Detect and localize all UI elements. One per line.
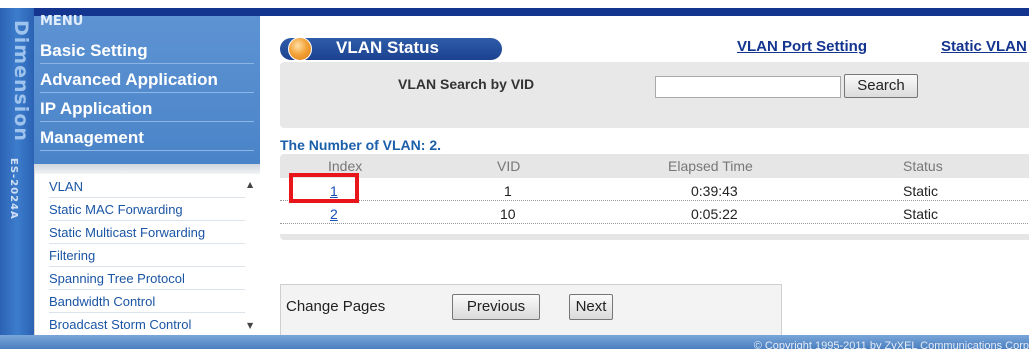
- sub-item-static-mac-forwarding[interactable]: Static MAC Forwarding: [49, 199, 245, 221]
- previous-button[interactable]: Previous: [452, 294, 540, 320]
- copyright-text: © Copyright 1995-2011 by ZyXEL Communica…: [753, 340, 1029, 349]
- static-vlan-link[interactable]: Static VLAN: [941, 38, 1027, 55]
- header-index: Index: [328, 158, 363, 174]
- menu-item-management[interactable]: Management: [40, 127, 254, 151]
- row-2-vid: 10: [500, 206, 516, 222]
- header-vid: VID: [497, 158, 521, 174]
- content-area: VLAN Status VLAN Port Setting Static VLA…: [260, 16, 1029, 336]
- next-button[interactable]: Next: [569, 294, 613, 320]
- sub-item-bandwidth-control[interactable]: Bandwidth Control: [49, 291, 245, 313]
- menu-item-ip-application[interactable]: IP Application: [40, 98, 254, 122]
- top-bar: [0, 8, 1029, 16]
- row-1-elapsed: 0:39:43: [691, 183, 738, 199]
- sub-item-filtering[interactable]: Filtering: [49, 245, 245, 267]
- header-status: Status: [903, 158, 943, 174]
- highlight-box: [289, 173, 359, 203]
- orange-ball-icon: [288, 37, 312, 61]
- change-pages-label: Change Pages: [286, 298, 386, 315]
- sub-item-broadcast-storm-control[interactable]: Broadcast Storm Control: [49, 314, 245, 336]
- page: Dimension ES-2024A MENU Basic Setting Ad…: [0, 0, 1029, 349]
- sub-menu: VLAN Static MAC Forwarding Static Multic…: [34, 164, 261, 336]
- sub-item-spanning-tree-protocol[interactable]: Spanning Tree Protocol: [49, 268, 245, 290]
- brand-strip: Dimension ES-2024A: [0, 8, 34, 335]
- vid-search-input[interactable]: [655, 76, 841, 98]
- vlan-count-text: The Number of VLAN: 2.: [280, 137, 442, 153]
- menu-item-advanced-application[interactable]: Advanced Application: [40, 69, 254, 93]
- menu-item-basic-setting[interactable]: Basic Setting: [40, 40, 254, 64]
- row-2-index-link[interactable]: 2: [330, 206, 338, 222]
- page-title: VLAN Status: [336, 38, 439, 57]
- row-separator: [280, 200, 1029, 201]
- main-menu: MENU Basic Setting Advanced Application …: [34, 14, 260, 164]
- scroll-down-icon[interactable]: ▼: [247, 321, 253, 330]
- sub-item-vlan[interactable]: VLAN: [49, 176, 245, 198]
- menu-title: MENU: [40, 14, 84, 29]
- row-1-status: Static: [903, 183, 939, 199]
- row-2-status: Static: [903, 206, 939, 222]
- vlan-port-setting-link[interactable]: VLAN Port Setting: [737, 38, 867, 55]
- scroll-up-icon[interactable]: ▲: [247, 180, 253, 189]
- row-1-vid: 1: [504, 183, 512, 199]
- row-2-elapsed: 0:05:22: [691, 206, 738, 222]
- search-button[interactable]: Search: [844, 74, 918, 98]
- row-separator: [280, 223, 1029, 224]
- header-elapsed-time: Elapsed Time: [668, 158, 753, 174]
- model-name: ES-2024A: [8, 158, 19, 220]
- sub-item-static-multicast-forwarding[interactable]: Static Multicast Forwarding: [49, 222, 245, 244]
- sub-menu-header: [35, 164, 261, 174]
- top-strip: [0, 0, 1029, 8]
- search-label: VLAN Search by VID: [398, 76, 535, 92]
